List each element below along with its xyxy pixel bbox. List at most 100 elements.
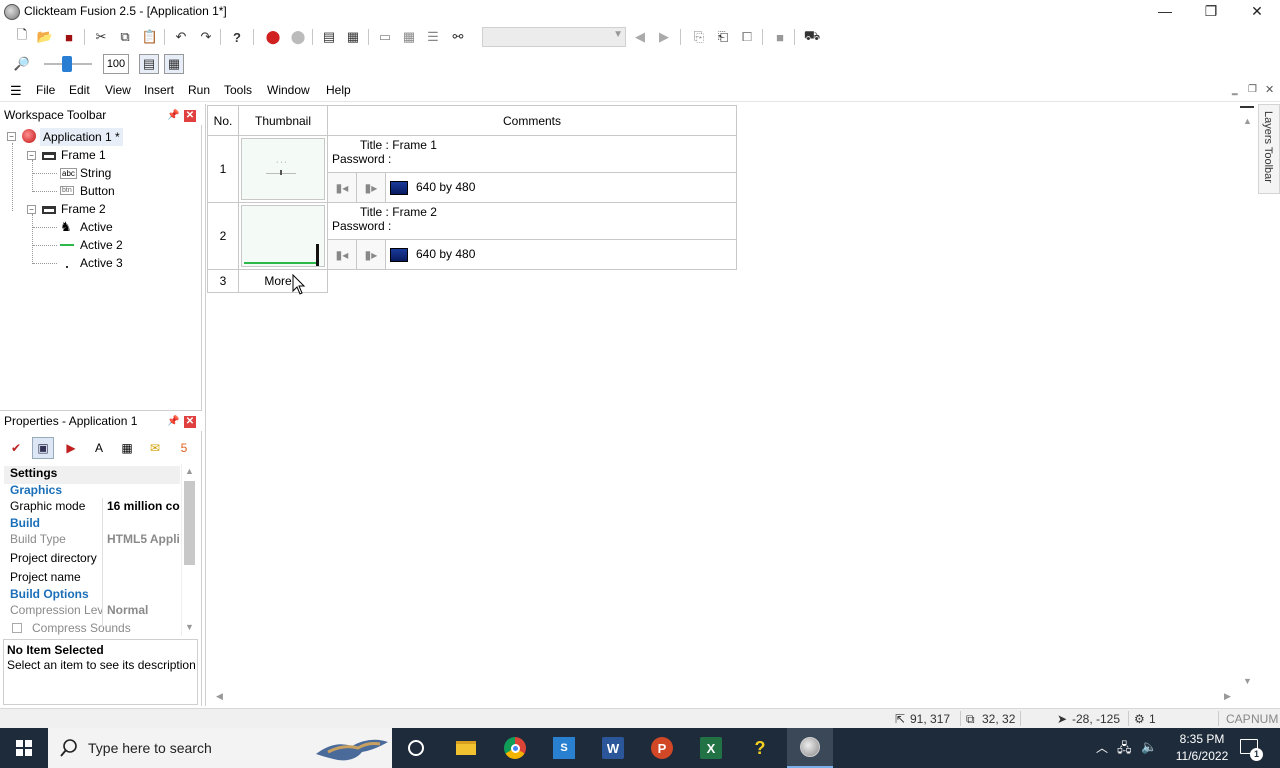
help-app-icon[interactable]: ? — [744, 732, 776, 764]
view-mode-icon-2[interactable]: ▦ — [164, 54, 184, 74]
file-explorer-icon[interactable] — [450, 732, 482, 764]
menu-edit[interactable]: Edit — [69, 83, 90, 97]
view-mode-icon-1[interactable]: ▤ — [139, 54, 159, 74]
layers-toolbar-tab[interactable]: Layers Toolbar — [1258, 104, 1280, 194]
events-tab-icon[interactable]: ✉ — [144, 437, 166, 459]
scroll-right-icon[interactable]: ▶ — [1224, 691, 1231, 702]
run-app-icon[interactable]: ⎘ — [689, 27, 709, 47]
preview-icon[interactable]: ⧠ — [737, 27, 757, 47]
word-icon[interactable]: W — [597, 732, 629, 764]
frame2-thumbnail[interactable] — [238, 202, 328, 270]
frame1-thumbnail[interactable]: · · · — [238, 135, 328, 203]
undo-icon[interactable]: ↶ — [171, 27, 191, 47]
network-icon[interactable]: 🖧 — [1117, 739, 1132, 761]
minimize-button[interactable]: — — [1142, 0, 1188, 24]
new-icon[interactable]: 🗋 — [12, 27, 32, 47]
prev-arrow-icon[interactable]: ◀ — [630, 27, 650, 47]
fade-out-icon[interactable]: ▮▸ — [356, 239, 386, 270]
prop-project-name-value[interactable] — [107, 570, 180, 588]
data-elements-icon[interactable]: ⚯ — [448, 27, 468, 47]
tree-active3[interactable]: Active 3 — [80, 254, 123, 272]
prop-graphic-mode-value[interactable]: 16 million co — [107, 499, 180, 517]
tree-app[interactable]: Application 1 * — [40, 128, 123, 146]
scroll-up-icon[interactable]: ▲ — [185, 466, 194, 476]
copy-icon[interactable]: ⧉ — [115, 27, 135, 47]
clock-date[interactable]: 11/6/2022 — [1170, 749, 1234, 763]
grid-editor-icon[interactable]: ▦ — [343, 27, 363, 47]
paste-icon[interactable]: 📋 — [140, 27, 160, 47]
window-tab-icon[interactable]: ▣ — [32, 437, 54, 459]
scroll-down-icon[interactable]: ▼ — [185, 622, 194, 632]
storyboard-icon[interactable]: ▤ — [319, 27, 339, 47]
expander-app[interactable]: − — [7, 132, 16, 141]
scroll-left-icon[interactable]: ◀ — [216, 691, 223, 702]
clickteam-taskbar-app[interactable] — [787, 728, 833, 768]
redo-icon[interactable]: ↷ — [196, 27, 216, 47]
main-horizontal-scrollbar[interactable]: ◀ ▶ — [206, 690, 1240, 704]
tree-button[interactable]: Button — [80, 182, 115, 200]
tree-frame2[interactable]: Frame 2 — [61, 200, 106, 218]
close-button[interactable]: ✕ — [1234, 0, 1280, 24]
frame-editor-icon[interactable]: ▭ — [375, 27, 395, 47]
frame2-comment-cell[interactable]: Title : Frame 2 Password : — [327, 201, 737, 241]
menu-run[interactable]: Run — [188, 83, 210, 97]
cut-icon[interactable]: ✂ — [91, 27, 111, 47]
clock-time[interactable]: 8:35 PM — [1172, 732, 1232, 746]
restore-button[interactable]: ❐ — [1188, 0, 1234, 24]
expander-frame1[interactable]: − — [27, 151, 36, 160]
stop-icon[interactable]: ■ — [770, 27, 790, 47]
chrome-icon[interactable] — [499, 732, 531, 764]
forward-circle-icon[interactable]: ⬤ — [288, 27, 308, 47]
fade-in-icon[interactable]: ▮◂ — [327, 239, 357, 270]
main-vertical-scrollbar[interactable]: ▲ ▼ — [1240, 106, 1254, 690]
fade-in-icon[interactable]: ▮◂ — [327, 172, 357, 203]
expander-frame2[interactable]: − — [27, 205, 36, 214]
back-circle-icon[interactable]: ⬤ — [263, 27, 283, 47]
scroll-up-icon[interactable]: ▲ — [1243, 116, 1252, 126]
tree-frame1[interactable]: Frame 1 — [61, 146, 106, 164]
tree-active[interactable]: Active — [80, 218, 113, 236]
mdi-restore-icon[interactable]: ❐ — [1248, 84, 1257, 95]
pin-icon[interactable]: 📌 — [167, 110, 179, 121]
tray-chevron-icon[interactable]: ︿ — [1096, 739, 1108, 756]
scroll-thumb[interactable] — [184, 481, 195, 565]
frame1-size-cell[interactable]: 640 by 480 — [385, 172, 737, 203]
volume-icon[interactable]: 🔈 — [1141, 739, 1157, 755]
compress-sounds-checkbox[interactable] — [12, 623, 22, 633]
run-frame-icon[interactable]: ⎗ — [713, 27, 733, 47]
zoom-value-field[interactable]: 100 — [103, 54, 129, 74]
mdi-minimize-icon[interactable]: ‗ — [1232, 85, 1238, 96]
menu-window[interactable]: Window — [267, 83, 310, 97]
close-icon[interactable]: ✕ — [184, 110, 196, 122]
properties-scrollbar[interactable]: ▲ ▼ — [181, 464, 196, 636]
runtime-tab-icon[interactable]: ▶ — [60, 437, 82, 459]
visual-studio-icon[interactable]: S — [548, 732, 580, 764]
fade-out-icon[interactable]: ▮▸ — [356, 172, 386, 203]
frame1-comment-cell[interactable]: Title : Frame 1 Password : — [327, 134, 737, 174]
frame2-size-cell[interactable]: 640 by 480 — [385, 239, 737, 270]
event-editor-icon[interactable]: ▦ — [399, 27, 419, 47]
task-view-icon[interactable] — [400, 732, 432, 764]
menu-file[interactable]: File — [36, 83, 55, 97]
menu-insert[interactable]: Insert — [144, 83, 174, 97]
frame-combo[interactable]: ▼ — [482, 27, 626, 47]
event-list-icon[interactable]: ☰ — [423, 27, 443, 47]
build-icon[interactable]: ⛟ — [802, 27, 822, 47]
menu-tools[interactable]: Tools — [224, 83, 252, 97]
excel-icon[interactable]: X — [695, 732, 727, 764]
pin-icon[interactable]: 📌 — [167, 416, 179, 427]
zoom-icon[interactable]: 🔎 — [12, 54, 32, 74]
html5-tab-icon[interactable]: 5 — [173, 437, 195, 459]
tree-string[interactable]: String — [80, 164, 111, 182]
menu-doc-icon[interactable]: ☰ — [10, 83, 22, 99]
menu-help[interactable]: Help — [326, 83, 351, 97]
start-button[interactable] — [0, 728, 48, 768]
more-frames-button[interactable]: More... — [238, 269, 328, 293]
zoom-slider-thumb[interactable] — [62, 56, 72, 72]
save-icon[interactable]: ■ — [59, 27, 79, 47]
frame1-title[interactable]: Frame 1 — [392, 138, 437, 152]
values-tab-icon[interactable]: ▦ — [116, 437, 138, 459]
about-tab-icon[interactable]: A — [88, 437, 110, 459]
help-icon[interactable]: ? — [227, 27, 247, 47]
close-icon[interactable]: ✕ — [184, 416, 196, 428]
